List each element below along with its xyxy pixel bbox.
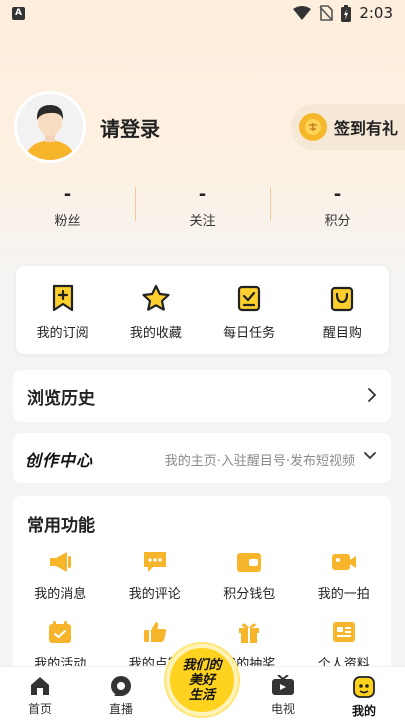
quick-shopping[interactable]: 醒目购 xyxy=(296,266,389,354)
center-line-3: 生活 xyxy=(188,687,215,703)
tab-live[interactable]: 直播 xyxy=(91,675,151,717)
tv-icon xyxy=(272,675,294,695)
stat-value: - xyxy=(333,184,342,205)
battery-icon xyxy=(341,4,352,22)
wallet-icon xyxy=(237,553,262,572)
profile-card-icon xyxy=(332,622,355,642)
quick-daily-tasks[interactable]: 每日任务 xyxy=(203,266,296,354)
tab-label: 电视 xyxy=(270,702,295,716)
avatar[interactable] xyxy=(14,91,86,163)
func-label: 我的消息 xyxy=(34,587,87,602)
func-comments[interactable]: 我的评论 xyxy=(108,550,203,602)
status-bar: A 2:03 xyxy=(0,0,405,28)
func-label: 我的一拍 xyxy=(317,587,370,602)
home-icon xyxy=(31,677,49,695)
stat-value: - xyxy=(63,184,72,205)
func-profile[interactable]: 个人资料 xyxy=(297,620,392,672)
tab-label: 直播 xyxy=(108,702,133,716)
stats-row: - 粉丝 - 关注 - 积分 xyxy=(0,182,405,232)
live-icon xyxy=(111,676,131,696)
quick-actions-card: 我的订阅 我的收藏 每日任务 醒目购 xyxy=(16,266,389,354)
quick-label: 我的收藏 xyxy=(129,326,182,341)
login-label[interactable]: 请登录 xyxy=(100,113,160,142)
quick-label: 醒目购 xyxy=(322,326,362,341)
func-activities[interactable]: 我的活动 xyxy=(13,620,108,672)
quick-subscriptions[interactable]: 我的订阅 xyxy=(16,266,109,354)
center-better-life-button[interactable]: 我们的 美好 生活 xyxy=(166,644,238,716)
notification-a-icon: A xyxy=(12,7,25,20)
default-avatar-icon xyxy=(17,94,83,160)
coin-icon xyxy=(299,113,327,141)
func-wallet[interactable]: 积分钱包 xyxy=(202,550,297,602)
chevron-right-icon xyxy=(368,388,377,402)
no-sim-icon xyxy=(319,5,334,21)
tab-tv[interactable]: 电视 xyxy=(253,675,313,717)
center-line-2: 美好 xyxy=(188,672,215,688)
tab-label: 我的 xyxy=(351,704,376,718)
center-line-1: 我们的 xyxy=(182,657,222,673)
chevron-down-icon[interactable] xyxy=(363,451,377,461)
stat-label: 积分 xyxy=(324,214,351,229)
browse-history-row[interactable]: 浏览历史 xyxy=(13,370,391,422)
comment-icon xyxy=(143,552,166,572)
tab-me[interactable]: 我的 xyxy=(334,675,394,719)
calendar-icon xyxy=(49,621,72,643)
tab-label: 首页 xyxy=(27,702,52,716)
star-icon xyxy=(142,284,170,311)
stat-following[interactable]: - 关注 xyxy=(135,182,270,232)
megaphone-icon xyxy=(50,552,72,572)
video-camera-icon xyxy=(331,554,356,570)
task-check-icon xyxy=(238,285,261,312)
common-title: 常用功能 xyxy=(27,516,95,536)
func-label: 积分钱包 xyxy=(223,587,276,602)
stat-fans[interactable]: - 粉丝 xyxy=(0,182,135,232)
history-title: 浏览历史 xyxy=(27,389,95,409)
shopping-bag-icon xyxy=(331,286,354,312)
creator-description: 我的主页·入驻醒目号·发布短视频 xyxy=(164,454,355,469)
bookmark-plus-icon xyxy=(52,284,73,312)
creator-center-logo: 创作中心 xyxy=(25,451,94,470)
me-icon xyxy=(353,676,375,698)
stat-label: 关注 xyxy=(189,214,216,229)
quick-favorites[interactable]: 我的收藏 xyxy=(109,266,202,354)
func-my-shoot[interactable]: 我的一拍 xyxy=(297,550,392,602)
creator-center-row[interactable]: 创作中心 我的主页·入驻醒目号·发布短视频 xyxy=(13,433,391,483)
quick-label: 我的订阅 xyxy=(36,326,89,341)
quick-label: 每日任务 xyxy=(223,326,276,341)
tab-home[interactable]: 首页 xyxy=(10,675,70,717)
stat-value: - xyxy=(198,184,207,205)
signin-label: 签到有礼 xyxy=(334,119,399,138)
clock-time: 2:03 xyxy=(359,4,393,22)
signin-gift-button[interactable]: 签到有礼 xyxy=(291,104,405,150)
func-label: 我的评论 xyxy=(128,587,181,602)
gift-icon xyxy=(239,623,260,643)
stat-label: 粉丝 xyxy=(54,214,81,229)
wifi-icon xyxy=(293,6,312,20)
stat-points[interactable]: - 积分 xyxy=(270,182,405,232)
func-messages[interactable]: 我的消息 xyxy=(13,550,108,602)
thumb-up-icon xyxy=(143,622,166,642)
